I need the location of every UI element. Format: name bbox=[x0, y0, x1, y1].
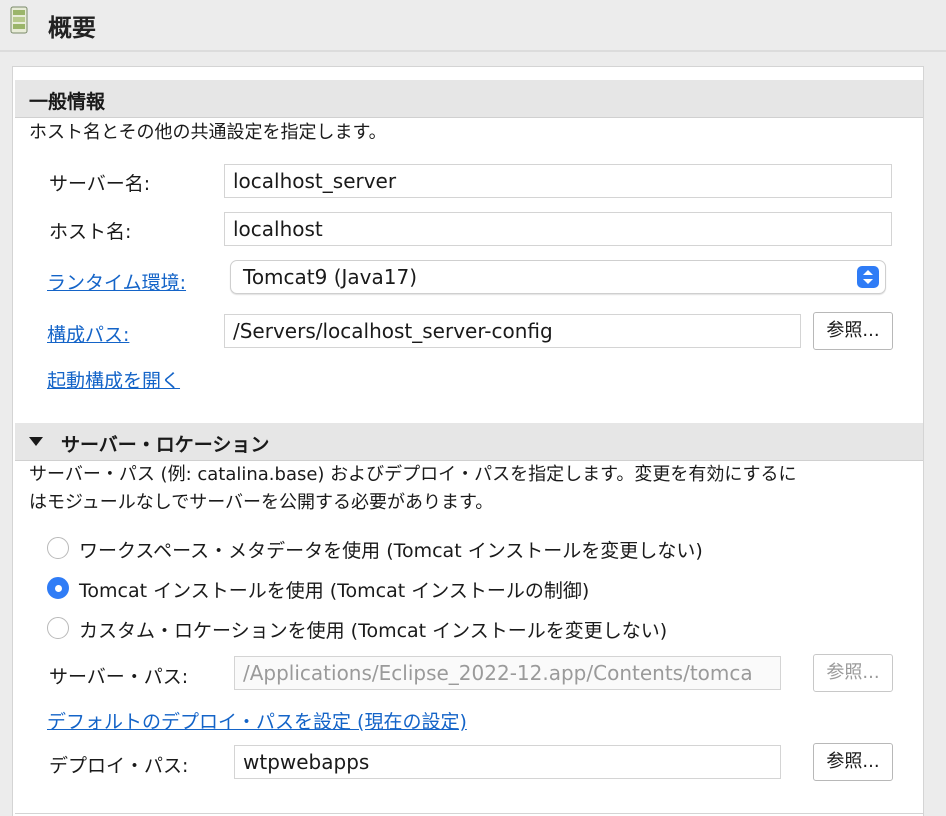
config-path-browse-button[interactable]: 参照... bbox=[813, 312, 893, 350]
general-info-description: ホスト名とその他の共通設定を指定します。 bbox=[29, 122, 387, 143]
server-location-description-line2: はモジュールなしでサーバーを公開する必要があります。 bbox=[29, 492, 494, 513]
general-info-title: 一般情報 bbox=[29, 91, 106, 113]
radio-custom-location-label[interactable]: カスタム・ロケーションを使用 (Tomcat インストールを変更しない) bbox=[79, 616, 667, 643]
server-path-browse-button[interactable]: 参照... bbox=[813, 654, 893, 692]
config-path-field[interactable]: /Servers/localhost_server-config bbox=[224, 314, 801, 348]
radio-workspace-metadata-label[interactable]: ワークスペース・メタデータを使用 (Tomcat インストールを変更しない) bbox=[79, 536, 703, 563]
select-stepper-icon bbox=[857, 266, 879, 288]
server-location-description-line1: サーバー・パス (例: catalina.base) およびデプロイ・パスを指定… bbox=[29, 464, 797, 485]
runtime-environment-value: Tomcat9 (Java17) bbox=[243, 265, 418, 289]
runtime-environment-link[interactable]: ランタイム環境: bbox=[47, 268, 186, 295]
server-name-label: サーバー名: bbox=[49, 173, 151, 195]
server-name-field[interactable]: localhost_server bbox=[224, 164, 892, 198]
radio-workspace-metadata[interactable] bbox=[47, 537, 69, 559]
server-icon bbox=[10, 6, 28, 34]
deploy-path-field[interactable]: wtpwebapps bbox=[234, 745, 781, 779]
editor-header: 概要 bbox=[0, 0, 946, 52]
radio-tomcat-install[interactable] bbox=[47, 577, 69, 599]
server-path-field[interactable]: /Applications/Eclipse_2022-12.app/Conten… bbox=[234, 656, 781, 690]
open-launch-config-link[interactable]: 起動構成を開く bbox=[47, 366, 180, 393]
set-default-deploy-path-link[interactable]: デフォルトのデプロイ・パスを設定 (現在の設定) bbox=[47, 707, 467, 734]
general-info-section-header: 一般情報 bbox=[15, 80, 923, 118]
collapse-triangle-icon[interactable] bbox=[29, 437, 43, 446]
radio-tomcat-install-label[interactable]: Tomcat インストールを使用 (Tomcat インストールの制御) bbox=[79, 576, 589, 603]
server-location-title: サーバー・ロケーション bbox=[61, 434, 270, 456]
host-name-field[interactable]: localhost bbox=[224, 212, 892, 246]
host-name-label: ホスト名: bbox=[49, 221, 132, 243]
page-title: 概要 bbox=[48, 14, 96, 42]
deploy-path-label: デプロイ・パス: bbox=[49, 755, 189, 777]
overview-panel: 一般情報 ホスト名とその他の共通設定を指定します。 サーバー名: localho… bbox=[12, 66, 924, 816]
deploy-path-browse-button[interactable]: 参照... bbox=[813, 743, 893, 781]
server-location-section-header[interactable]: サーバー・ロケーション bbox=[15, 423, 923, 461]
config-path-link[interactable]: 構成パス: bbox=[47, 320, 129, 347]
section-divider bbox=[15, 813, 923, 814]
radio-custom-location[interactable] bbox=[47, 617, 69, 639]
runtime-environment-select[interactable]: Tomcat9 (Java17) bbox=[230, 260, 886, 294]
server-path-label: サーバー・パス: bbox=[49, 666, 189, 688]
